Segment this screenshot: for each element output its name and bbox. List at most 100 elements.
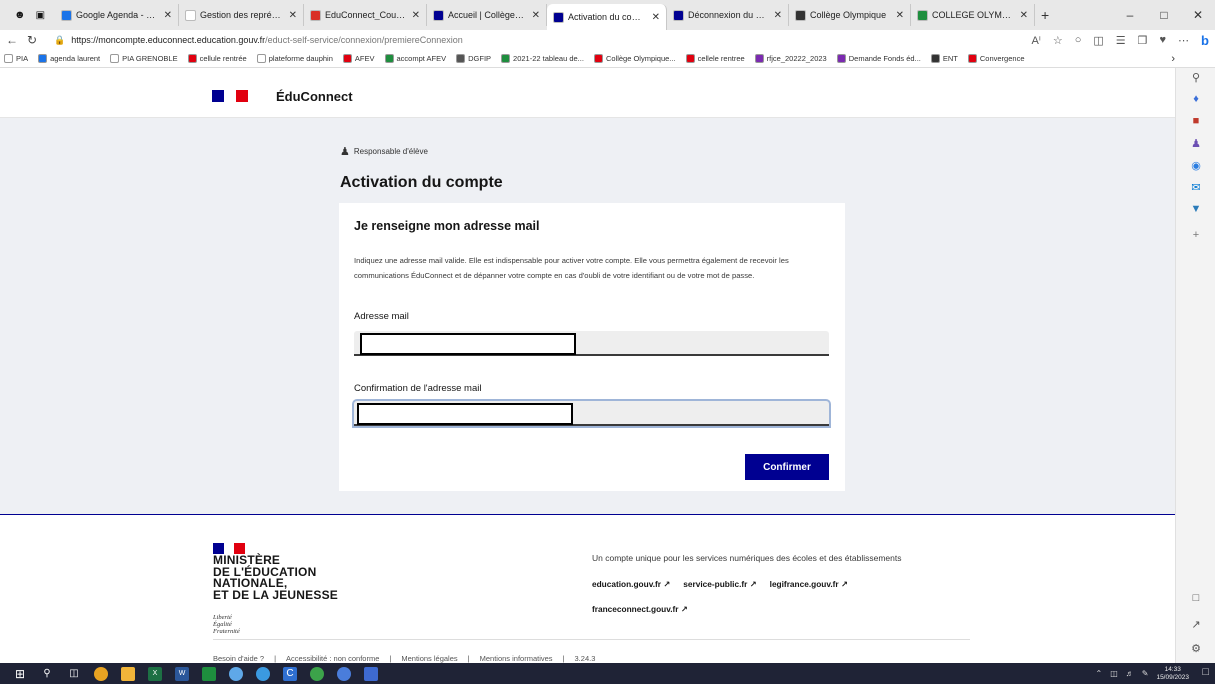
- browser-tab[interactable]: Gestion des représentants ✕: [179, 4, 305, 26]
- tab-close-icon[interactable]: ✕: [652, 12, 660, 23]
- confirm-email-field[interactable]: [352, 399, 831, 428]
- tab-label: Déconnexion du compte: [688, 10, 768, 20]
- read-aloud-icon[interactable]: Aⁱ: [1032, 34, 1041, 47]
- bookmark-label: agenda laurent: [50, 54, 101, 63]
- tab-close-icon[interactable]: ✕: [289, 10, 297, 21]
- windows-start-icon[interactable]: ⊞: [13, 667, 27, 681]
- split-screen-icon[interactable]: ◫: [1093, 34, 1103, 47]
- bookmark-item[interactable]: accompt AFEV: [384, 54, 447, 63]
- bookmark-label: accompt AFEV: [396, 54, 447, 63]
- close-window-icon[interactable]: ✕: [1181, 8, 1215, 22]
- excel-icon[interactable]: X: [148, 666, 162, 681]
- word-icon[interactable]: W: [175, 666, 189, 681]
- favorites-icon[interactable]: ☰: [1116, 34, 1126, 47]
- bookmark-item[interactable]: rfjce_20222_2023: [754, 54, 827, 63]
- footer-link-legifrance[interactable]: legifrance.gouv.fr ↗: [770, 579, 848, 589]
- bookmark-item[interactable]: ENT: [930, 54, 958, 63]
- bing-icon[interactable]: b: [1201, 33, 1209, 48]
- file-explorer-icon[interactable]: [121, 666, 135, 681]
- clock[interactable]: 14:33 15/09/2023: [1156, 666, 1189, 682]
- browser-tab[interactable]: COLLEGE OLYMPIQUE - Pi ✕: [911, 4, 1036, 26]
- app-green-icon[interactable]: [310, 666, 324, 681]
- bookmark-item[interactable]: 2021-22 tableau de...: [501, 54, 584, 63]
- search-icon[interactable]: ⚲: [40, 667, 54, 681]
- bookmark-label: plateforme dauphin: [268, 54, 333, 63]
- browser-tab[interactable]: Accueil | Collège Olympique ✕: [427, 4, 548, 26]
- confirm-button[interactable]: Confirmer: [745, 454, 829, 480]
- restore-icon[interactable]: □: [1147, 8, 1181, 22]
- bookmark-item[interactable]: Convergence: [967, 54, 1025, 63]
- tray-chevron-icon[interactable]: ⌃: [1095, 669, 1102, 678]
- chrome-icon[interactable]: [94, 666, 108, 681]
- bookmark-item[interactable]: DGFIP: [456, 54, 491, 63]
- browser-tab[interactable]: EduConnect_CourrierResp ✕: [304, 4, 428, 26]
- bookmark-item[interactable]: agenda laurent: [38, 54, 100, 63]
- extension-icon[interactable]: ○: [1075, 34, 1082, 46]
- help-link[interactable]: Besoin d'aide ?: [213, 654, 264, 663]
- app-blue-icon[interactable]: [337, 666, 351, 681]
- browser-tab[interactable]: Activation du compte resp ✕: [547, 4, 668, 30]
- sidebar-office-icon[interactable]: ◉: [1189, 159, 1203, 172]
- tab-close-icon[interactable]: ✕: [1020, 10, 1028, 21]
- tab-close-icon[interactable]: ✕: [532, 10, 540, 21]
- refresh-icon[interactable]: ↻: [24, 33, 40, 47]
- window-controls: – □ ✕: [1113, 0, 1215, 30]
- tab-close-icon[interactable]: ✕: [412, 10, 420, 21]
- bookmark-item[interactable]: Collège Olympique...: [593, 54, 676, 63]
- ccleaner-icon[interactable]: C: [283, 666, 297, 681]
- footer-link-franceconnect[interactable]: franceconnect.gouv.fr ↗: [592, 604, 688, 614]
- sidebar-add-icon[interactable]: +: [1189, 229, 1203, 241]
- favorite-star-icon[interactable]: ☆: [1053, 34, 1063, 47]
- bookmark-item[interactable]: plateforme dauphin: [256, 54, 333, 63]
- bookmark-favicon-icon: [501, 54, 511, 63]
- sidebar-tools-icon[interactable]: ■: [1189, 115, 1203, 127]
- app-edt-icon[interactable]: [364, 666, 378, 681]
- sidebar-search-icon[interactable]: ⚲: [1189, 71, 1203, 84]
- new-tab-button[interactable]: +: [1041, 7, 1049, 23]
- browser-tab[interactable]: Déconnexion du compte ✕: [667, 4, 790, 26]
- sidebar-shopping-icon[interactable]: ♦: [1189, 93, 1203, 105]
- app-icon[interactable]: [202, 666, 216, 681]
- tab-close-icon[interactable]: ✕: [774, 10, 782, 21]
- email-field[interactable]: [354, 331, 829, 356]
- bookmark-item[interactable]: PIA: [4, 54, 28, 63]
- clock-date: 15/09/2023: [1156, 673, 1189, 681]
- bookmark-item[interactable]: AFEV: [342, 54, 375, 63]
- bookmarks-overflow-icon[interactable]: ›: [1171, 53, 1175, 65]
- collections-icon[interactable]: ❐: [1138, 34, 1148, 47]
- browser-tab[interactable]: Collège Olympique ✕: [789, 4, 912, 26]
- bookmark-item[interactable]: cellele rentree: [685, 54, 745, 63]
- more-menu-icon[interactable]: ⋯: [1178, 34, 1189, 47]
- tab-close-icon[interactable]: ✕: [896, 10, 904, 21]
- info-link[interactable]: Mentions informatives: [480, 654, 553, 663]
- bookmark-item[interactable]: PIA GRENOBLE: [110, 54, 178, 63]
- tab-actions-icon[interactable]: ▣: [36, 10, 45, 21]
- legal-link[interactable]: Mentions légales: [401, 654, 457, 663]
- edge-task-icon[interactable]: [229, 666, 243, 681]
- network-icon[interactable]: ◫: [1110, 669, 1118, 678]
- bookmark-favicon-icon: [187, 54, 197, 63]
- sidebar-drop-icon[interactable]: ▼: [1189, 203, 1203, 215]
- back-icon[interactable]: ←: [4, 33, 20, 47]
- task-view-icon[interactable]: ◫: [67, 667, 81, 681]
- bookmark-item[interactable]: cellule rentrée: [187, 54, 247, 63]
- sidebar-outlook-icon[interactable]: ✉: [1189, 181, 1203, 194]
- volume-icon[interactable]: ♬: [1126, 669, 1134, 678]
- footer-link-service-public[interactable]: service-public.fr ↗: [683, 579, 756, 589]
- tab-close-icon[interactable]: ✕: [164, 10, 172, 21]
- pen-icon[interactable]: ✎: [1142, 669, 1149, 678]
- profile-icon[interactable]: ☻: [14, 9, 26, 21]
- sidebar-layout-icon[interactable]: □: [1189, 592, 1203, 604]
- health-icon[interactable]: ♥: [1160, 34, 1167, 46]
- sidebar-settings-icon[interactable]: ⚙: [1189, 642, 1203, 655]
- sidebar-open-icon[interactable]: ↗: [1189, 618, 1203, 631]
- accessibility-link[interactable]: Accessibilité : non conforme: [286, 654, 379, 663]
- browser-tab[interactable]: Google Agenda - Semaine ✕: [55, 4, 180, 26]
- footer-link-education[interactable]: education.gouv.fr ↗: [592, 579, 670, 589]
- minimize-icon[interactable]: –: [1113, 8, 1147, 22]
- bookmark-item[interactable]: Demande Fonds éd...: [836, 54, 921, 63]
- notifications-icon[interactable]: □: [1202, 666, 1209, 678]
- url-field[interactable]: 🔒 https://moncompte.educonnect.education…: [54, 35, 934, 46]
- edge-icon[interactable]: [256, 666, 270, 681]
- sidebar-games-icon[interactable]: ♟: [1189, 137, 1203, 150]
